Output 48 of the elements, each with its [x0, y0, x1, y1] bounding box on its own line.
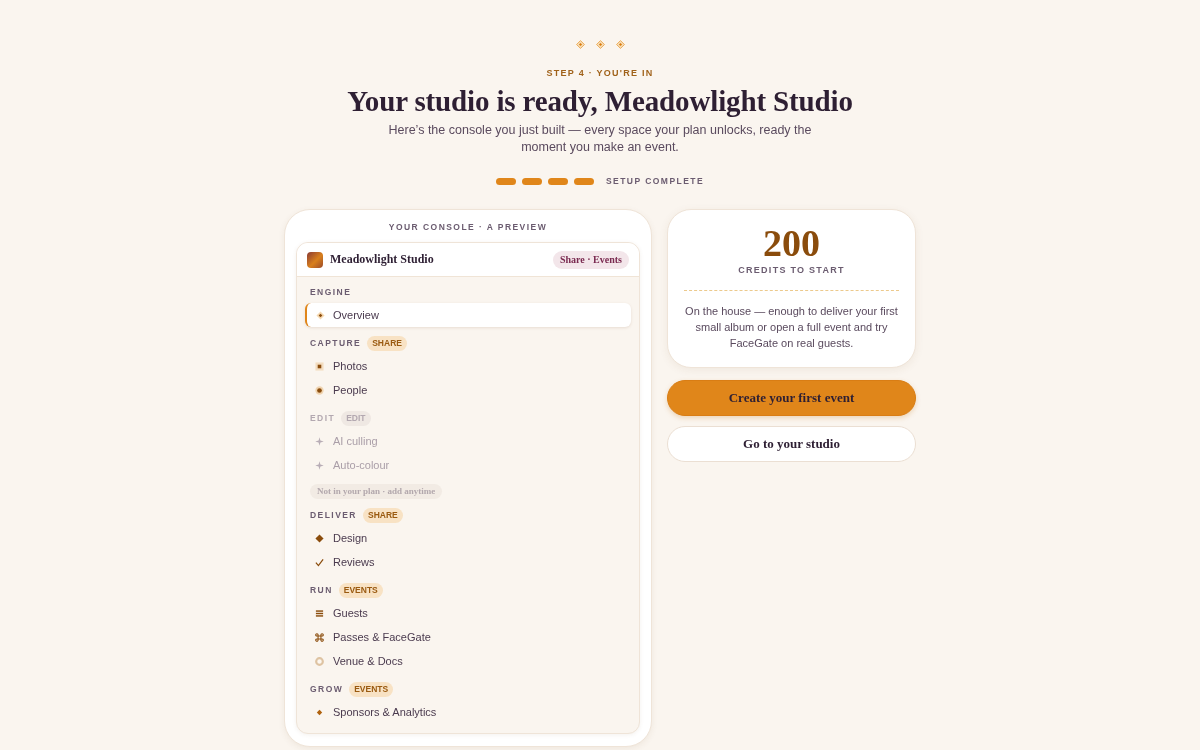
nav-item[interactable]: Design [305, 526, 631, 550]
section-label: GROW [310, 683, 344, 695]
diamond-icon [316, 310, 325, 320]
diamond-icon [615, 39, 625, 49]
diamond-icon [575, 39, 585, 49]
nav-item[interactable]: Overview [305, 303, 631, 327]
sparkle-icon [315, 460, 324, 470]
section-label: DELIVER [310, 509, 357, 521]
nav-item[interactable]: People [305, 378, 631, 402]
credits-description: On the house — enough to deliver your first small album or open a full event and try FaceGate on real guests. [684, 304, 899, 351]
tier-badge: EVENTS [349, 681, 394, 697]
check-icon [315, 557, 324, 567]
section-label: CAPTURE [310, 337, 362, 349]
sparkle-icon [315, 436, 324, 446]
page-subtitle: Here’s the console you just built — every space your plan unlocks, ready the moment you make an event. [387, 122, 813, 156]
logo-icon [307, 251, 323, 268]
nav-item[interactable]: Photos [305, 354, 631, 378]
studio-button[interactable]: Go to your studio [667, 426, 916, 462]
diamond-icon [315, 707, 324, 717]
command-key-icon [315, 632, 324, 642]
section-label: EDIT [310, 412, 336, 424]
plan-badge: Share · Events [552, 250, 629, 269]
nav-item[interactable]: Passes & FaceGate [305, 625, 631, 649]
square-icon [315, 361, 324, 371]
plan-note: Not in your plan · add anytime [310, 484, 443, 499]
create-event-button[interactable]: Create your first event [667, 380, 916, 416]
ring-icon [315, 656, 324, 666]
nav-item[interactable]: Venue & Docs [305, 649, 631, 673]
credits-label: CREDITS TO START [738, 264, 845, 276]
nav-item[interactable]: Reviews [305, 550, 631, 574]
progress-label: SETUP COMPLETE [606, 175, 704, 187]
nav-item[interactable]: Guests [305, 601, 631, 625]
lines-icon [315, 608, 324, 618]
tier-badge: SHARE [367, 335, 407, 351]
tier-badge: EVENTS [338, 582, 383, 598]
page-title: Your studio is ready, Meadowlight Studio [347, 84, 853, 118]
nav-item[interactable]: Sponsors & Analytics [305, 700, 631, 724]
dot-icon [315, 385, 324, 395]
step-eyebrow: STEP 4 · YOU'RE IN [546, 67, 654, 79]
studio-name: Meadowlight Studio [330, 252, 434, 267]
tier-badge: EDIT [341, 410, 371, 426]
diamond-icon [315, 533, 324, 543]
tier-badge: SHARE [362, 507, 403, 523]
section-label: ENGINE [310, 286, 352, 298]
credits-amount: 200 [763, 223, 820, 263]
console-caption: YOUR CONSOLE · A PREVIEW [388, 221, 548, 233]
section-label: RUN [310, 584, 333, 596]
diamond-icon [595, 39, 605, 49]
